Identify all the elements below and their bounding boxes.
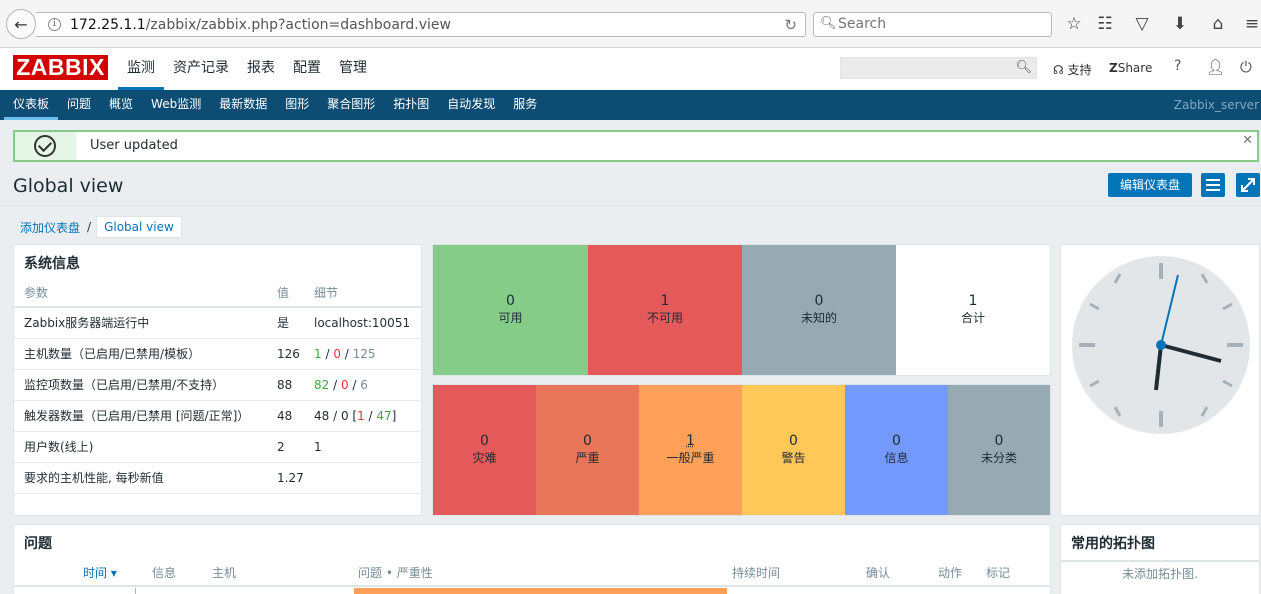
column-header: 参数 (14, 279, 267, 308)
favourite-maps-widget: 常用的拓扑图 未添加拓扑图. (1060, 524, 1260, 594)
dashboard-actions-button[interactable] (1201, 173, 1225, 197)
back-arrow-icon[interactable]: ← (6, 9, 36, 39)
table-row: 要求的主机性能, 每秒新值 1.27 (14, 462, 421, 494)
column-info: 信息 (152, 560, 212, 587)
browser-toolbar: ← i 172.25.1.1/zabbix/zabbix.php?action=… (0, 0, 1261, 48)
menu-monitoring[interactable]: 监测 (118, 48, 164, 90)
table-row: 用户数(线上) 2 1 (14, 431, 421, 463)
submenu-web[interactable]: Web监测 (142, 90, 210, 120)
server-name: Zabbix_server (1173, 98, 1259, 112)
widget-title: 系统信息 (24, 256, 80, 272)
success-message: User updated ✕ (13, 130, 1259, 162)
column-duration: 持续时间 (732, 560, 866, 587)
column-tags: 标记 (986, 560, 1050, 587)
table-row: 触发器数量（已启用/已禁用 [问题/正常]） 48 48 / 0 [1 / 47… (14, 400, 421, 432)
problem-severity-cell[interactable] (354, 588, 727, 594)
share-link[interactable]: ZShare (1109, 61, 1152, 75)
url-text: 172.25.1.1/zabbix/zabbix.php?action=dash… (70, 17, 451, 33)
problems-widget: 问题 时间 ▾ 信息 主机 问题 • 严重性 持续时间 确认 动作 标记 (13, 524, 1051, 594)
column-header: 细节 (304, 279, 421, 308)
empty-maps-text: 未添加拓扑图. (1122, 567, 1198, 581)
clock-widget (1060, 244, 1260, 516)
column-time[interactable]: 时间 ▾ (83, 560, 152, 587)
menu-reports[interactable]: 报表 (238, 48, 284, 90)
widget-title: 问题 (24, 536, 52, 552)
severity-tile-warning[interactable]: 0 警告 (742, 385, 845, 515)
table-row: 监控项数量（已启用/已禁用/不支持） 88 82 / 0 / 6 (14, 369, 421, 401)
message-text: User updated (90, 138, 178, 153)
column-host: 主机 (212, 560, 358, 587)
host-availability-widget: 0 可用 1 不可用 0 未知的 1 合计 (432, 244, 1051, 376)
severity-tile-average[interactable]: 1 一般严重 (639, 385, 742, 515)
star-icon[interactable]: ☆ (1062, 12, 1086, 36)
host-tile-available[interactable]: 0 可用 (433, 245, 588, 375)
close-icon[interactable]: ✕ (1242, 133, 1253, 148)
headset-icon: ☊ (1053, 63, 1064, 77)
submenu-latest-data[interactable]: 最新数据 (210, 90, 276, 120)
submenu-overview[interactable]: 概览 (100, 90, 142, 120)
global-search-input[interactable]: 🔍︎ (840, 57, 1037, 79)
widget-title: 常用的拓扑图 (1071, 536, 1155, 552)
submenu-dashboard[interactable]: 仪表板 (4, 90, 59, 120)
table-row: 主机数量（已启用/已禁用/模板） 126 1 / 0 / 125 (14, 338, 421, 370)
table-row: Zabbix服务器端运行中 是 localhost:10051 (14, 307, 421, 339)
submenu-problems[interactable]: 问题 (58, 90, 100, 120)
edit-dashboard-button[interactable]: 编辑仪表盘 (1108, 173, 1192, 197)
severity-tile-information[interactable]: 0 信息 (845, 385, 948, 515)
search-icon[interactable]: 🔍︎ (1015, 60, 1032, 75)
user-icon[interactable]: 👤︎ (1206, 58, 1225, 76)
column-header: 值 (267, 279, 304, 308)
fullscreen-icon (1241, 178, 1255, 192)
browser-search[interactable]: 🔍︎ (813, 12, 1052, 37)
column-ack: 确认 (866, 560, 938, 587)
fullscreen-button[interactable] (1236, 173, 1260, 197)
zabbix-header: ZABBIX 监测 资产记录 报表 配置 管理 🔍︎ ☊ 支持 ZShare ?… (0, 48, 1261, 90)
severity-tile-high[interactable]: 0 严重 (536, 385, 639, 515)
address-bar[interactable]: i 172.25.1.1/zabbix/zabbix.php?action=da… (36, 12, 806, 37)
info-icon[interactable]: i (48, 18, 61, 31)
menu-inventory[interactable]: 资产记录 (164, 48, 238, 90)
download-icon[interactable]: ⬇︎ (1168, 12, 1192, 36)
support-link[interactable]: ☊ 支持 (1053, 61, 1092, 78)
reload-icon[interactable]: ↻ (784, 16, 797, 34)
system-info-table: 参数 值 细节 Zabbix服务器端运行中 是 localhost:10051 … (14, 279, 421, 494)
search-icon: 🔍︎ (820, 16, 837, 31)
check-circle-icon (34, 135, 56, 157)
problems-by-severity-widget: 0 灾难 0 严重 1 一般严重 0 警告 0 信息 0 未分类 (432, 384, 1051, 516)
clock-icon (1072, 256, 1250, 434)
breadcrumb-parent[interactable]: 添加仪表盘 (13, 219, 87, 236)
reading-list-icon[interactable]: ☷ (1093, 12, 1117, 36)
submenu-services[interactable]: 服务 (504, 90, 546, 120)
sub-menu: 仪表板 问题 概览 Web监测 最新数据 图形 聚合图形 拓扑图 自动发现 服务… (0, 90, 1261, 120)
host-tile-total[interactable]: 1 合计 (896, 245, 1050, 375)
browser-search-input[interactable] (838, 16, 1038, 32)
main-menu: 监测 资产记录 报表 配置 管理 (118, 48, 376, 90)
submenu-screens[interactable]: 聚合图形 (318, 90, 384, 120)
host-tile-unknown[interactable]: 0 未知的 (742, 245, 896, 375)
severity-tile-not-classified[interactable]: 0 未分类 (948, 385, 1050, 515)
column-actions: 动作 (938, 560, 986, 587)
problems-table: 时间 ▾ 信息 主机 问题 • 严重性 持续时间 确认 动作 标记 (14, 560, 1050, 587)
menu-configuration[interactable]: 配置 (284, 48, 330, 90)
system-info-widget: 系统信息 参数 值 细节 Zabbix服务器端运行中 是 localhost:1… (13, 244, 422, 516)
submenu-maps[interactable]: 拓扑图 (384, 90, 438, 120)
home-icon[interactable]: ⌂ (1206, 12, 1230, 36)
submenu-graphs[interactable]: 图形 (276, 90, 318, 120)
breadcrumb: 添加仪表盘 / Global view (13, 215, 182, 239)
help-icon[interactable]: ? (1174, 58, 1181, 74)
submenu-discovery[interactable]: 自动发现 (438, 90, 504, 120)
pocket-icon[interactable]: ▽ (1130, 12, 1154, 36)
menu-administration[interactable]: 管理 (330, 48, 376, 90)
severity-tile-disaster[interactable]: 0 灾难 (433, 385, 536, 515)
zabbix-logo[interactable]: ZABBIX (13, 55, 108, 80)
share-icon: Z (1109, 61, 1118, 75)
logout-icon[interactable]: ⏻ (1240, 58, 1252, 76)
menu-icon[interactable]: ≡ (1240, 12, 1261, 36)
breadcrumb-current[interactable]: Global view (96, 216, 182, 238)
host-tile-unavailable[interactable]: 1 不可用 (588, 245, 742, 375)
column-problem-severity: 问题 • 严重性 (358, 560, 732, 587)
page-title: Global view (13, 175, 124, 197)
